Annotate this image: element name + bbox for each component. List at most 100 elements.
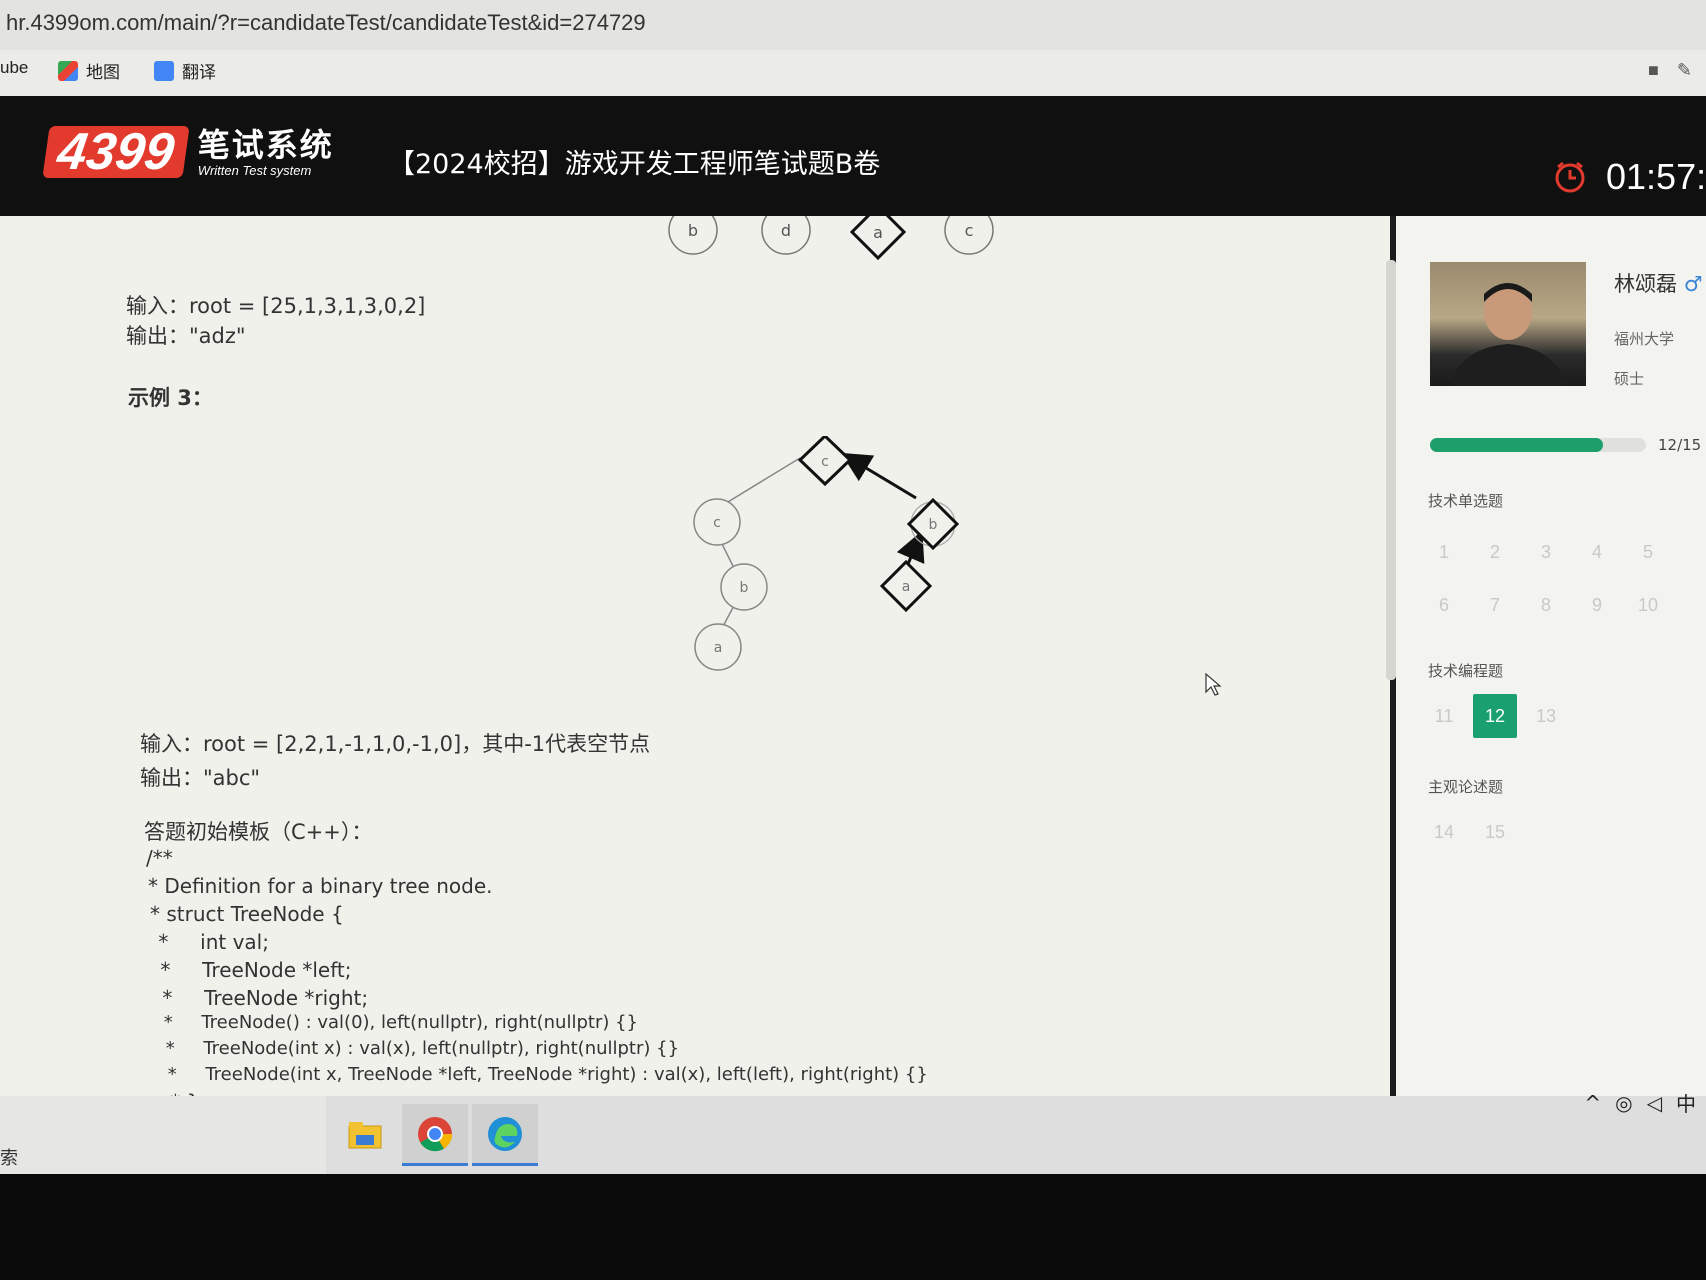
male-icon: ♂ — [1683, 272, 1703, 296]
chevron-up-icon[interactable]: ^ — [1584, 1091, 1601, 1115]
question-button-1[interactable]: 1 — [1422, 530, 1466, 574]
tree-node: c — [944, 216, 994, 255]
question-content: b d a c 输入：root = [25,1,3,1,3,0,2] 输出："a… — [0, 216, 1390, 1096]
code-line: * TreeNode *left; — [154, 958, 352, 982]
candidate-name: 林颂磊 ♂ — [1614, 268, 1703, 298]
question-button-15[interactable]: 15 — [1473, 810, 1517, 854]
code-line: * TreeNode(int x) : val(x), left(nullptr… — [160, 1038, 680, 1059]
translate-icon — [154, 60, 174, 81]
edit-icon[interactable]: ✎ — [1677, 60, 1692, 81]
tree-node-label: c — [821, 454, 829, 470]
question-button-13[interactable]: 13 — [1524, 694, 1568, 738]
question-button-7[interactable]: 7 — [1473, 583, 1517, 627]
site-header: 4399 笔试系统 Written Test system 【2024校招】游戏… — [0, 96, 1706, 216]
tree-node-label: c — [965, 221, 974, 240]
tree-node-highlighted: c — [797, 436, 853, 487]
path-arrow — [840, 452, 917, 500]
alarm-clock-icon — [1555, 161, 1585, 193]
tree-node-label: b — [688, 221, 698, 240]
taskbar-search[interactable]: 索 — [0, 1096, 326, 1174]
bookmark-label: 翻译 — [182, 63, 216, 82]
maps-icon — [58, 60, 78, 81]
countdown-timer: 01:57:3 — [1552, 156, 1706, 198]
address-bar[interactable]: hr.4399om.com/main/?r=candidateTest/cand… — [0, 0, 1706, 50]
logo-cn: 笔试系统 — [197, 125, 334, 164]
tree-node-label: c — [713, 515, 721, 531]
bookmarks-bar: ube 地图 翻译 ■ ✎ — [0, 50, 1706, 96]
template-title: 答题初始模板（C++）： — [144, 820, 373, 844]
tree-node-label: a — [714, 640, 723, 656]
bookmark-youtube[interactable]: ube — [0, 58, 28, 78]
example3-title: 示例 3： — [128, 386, 213, 410]
example3-output: 输出："abc" — [140, 766, 261, 790]
tree-node: c — [693, 498, 741, 546]
tree-node-highlighted: a — [879, 559, 933, 613]
tree-node-label: b — [740, 580, 749, 596]
tree-node-label: b — [929, 517, 938, 533]
question-button-6[interactable]: 6 — [1422, 583, 1466, 627]
question-button-9[interactable]: 9 — [1575, 583, 1619, 627]
camera-icon[interactable]: ■ — [1648, 60, 1659, 81]
code-line: * Definition for a binary tree node. — [148, 874, 493, 898]
tree-node: d — [761, 216, 811, 255]
example3-tree-diagram: c c b b a a — [693, 436, 960, 671]
candidate-degree: 硕士 — [1614, 370, 1645, 388]
taskbar: 索 ^ ◎ ◁ 中 — [0, 1091, 1706, 1174]
tree-node-highlighted: a — [849, 216, 907, 261]
section-label: 主观论述题 — [1428, 778, 1504, 796]
progress-bar — [1430, 438, 1646, 452]
question-button-3[interactable]: 3 — [1524, 530, 1568, 574]
logo-number: 4399 — [42, 123, 190, 181]
network-icon[interactable]: ◎ — [1615, 1091, 1632, 1115]
content-scrollbar[interactable] — [1386, 260, 1396, 680]
ime-indicator[interactable]: 中 — [1676, 1088, 1696, 1117]
chrome-icon — [418, 1116, 453, 1151]
code-line: * struct TreeNode { — [150, 902, 344, 926]
example2-input: 输入：root = [25,1,3,1,3,0,2] — [126, 294, 426, 318]
candidate-school: 福州大学 — [1614, 330, 1675, 348]
logo: 4399 笔试系统 Written Test system — [42, 123, 334, 181]
question-button-8[interactable]: 8 — [1524, 583, 1568, 627]
volume-icon[interactable]: ◁ — [1647, 1091, 1662, 1115]
tree-edge — [717, 457, 801, 509]
file-explorer-icon — [348, 1122, 382, 1149]
candidate-webcam — [1430, 262, 1586, 386]
bookmark-label: ube — [0, 58, 29, 77]
person-icon — [1450, 283, 1566, 386]
tree-node: b — [668, 216, 718, 255]
code-line: * TreeNode() : val(0), left(nullptr), ri… — [158, 1012, 638, 1033]
question-button-2[interactable]: 2 — [1473, 530, 1517, 574]
question-button-11[interactable]: 11 — [1422, 694, 1466, 738]
candidate-sidebar: 林颂磊 ♂ 福州大学 硕士 12/15 技术单选题 1 2 3 4 5 6 7 8 9 10 技术… — [1396, 216, 1706, 1096]
url-text[interactable]: hr.4399om.com/main/?r=candidateTest/cand… — [6, 10, 646, 36]
code-line: * TreeNode *right; — [156, 986, 369, 1010]
tree-node-label: a — [902, 579, 911, 595]
question-button-10[interactable]: 10 — [1626, 583, 1670, 627]
toolbar-icons: ■ ✎ — [1648, 60, 1692, 81]
screen: hr.4399om.com/main/?r=candidateTest/cand… — [0, 0, 1706, 1280]
mouse-cursor-icon — [1205, 672, 1222, 696]
taskbar-app-edge[interactable] — [472, 1104, 538, 1166]
code-line: * TreeNode(int x, TreeNode *left, TreeNo… — [162, 1064, 928, 1085]
question-button-4[interactable]: 4 — [1575, 530, 1619, 574]
tree-node-label: a — [873, 223, 883, 242]
question-button-12[interactable]: 12 — [1473, 694, 1517, 738]
system-tray: ^ ◎ ◁ 中 — [1584, 1088, 1696, 1117]
question-button-14[interactable]: 14 — [1422, 810, 1466, 854]
taskbar-app-chrome[interactable] — [402, 1104, 468, 1166]
timer-value: 01:57:3 — [1606, 156, 1706, 197]
logo-en: Written Test system — [197, 162, 312, 178]
taskbar-search-text: 索 — [0, 1148, 18, 1169]
example2-tree-partial: b d a c — [668, 216, 994, 261]
section-label: 技术单选题 — [1428, 492, 1504, 510]
bookmark-translate[interactable]: 翻译 — [154, 58, 216, 83]
example3-input: 输入：root = [2,2,1,-1,1,0,-1,0]，其中-1代表空节点 — [140, 732, 651, 756]
exam-title: 【2024校招】游戏开发工程师笔试题B卷 — [388, 149, 881, 180]
tree-node-label: d — [781, 221, 791, 240]
question-button-5[interactable]: 5 — [1626, 530, 1670, 574]
taskbar-app-file-explorer[interactable] — [332, 1104, 398, 1166]
section-label: 技术编程题 — [1428, 662, 1504, 680]
candidate-name-text: 林颂磊 — [1614, 272, 1677, 296]
bookmark-maps[interactable]: 地图 — [58, 58, 120, 83]
progress-text: 12/15 — [1658, 436, 1702, 454]
